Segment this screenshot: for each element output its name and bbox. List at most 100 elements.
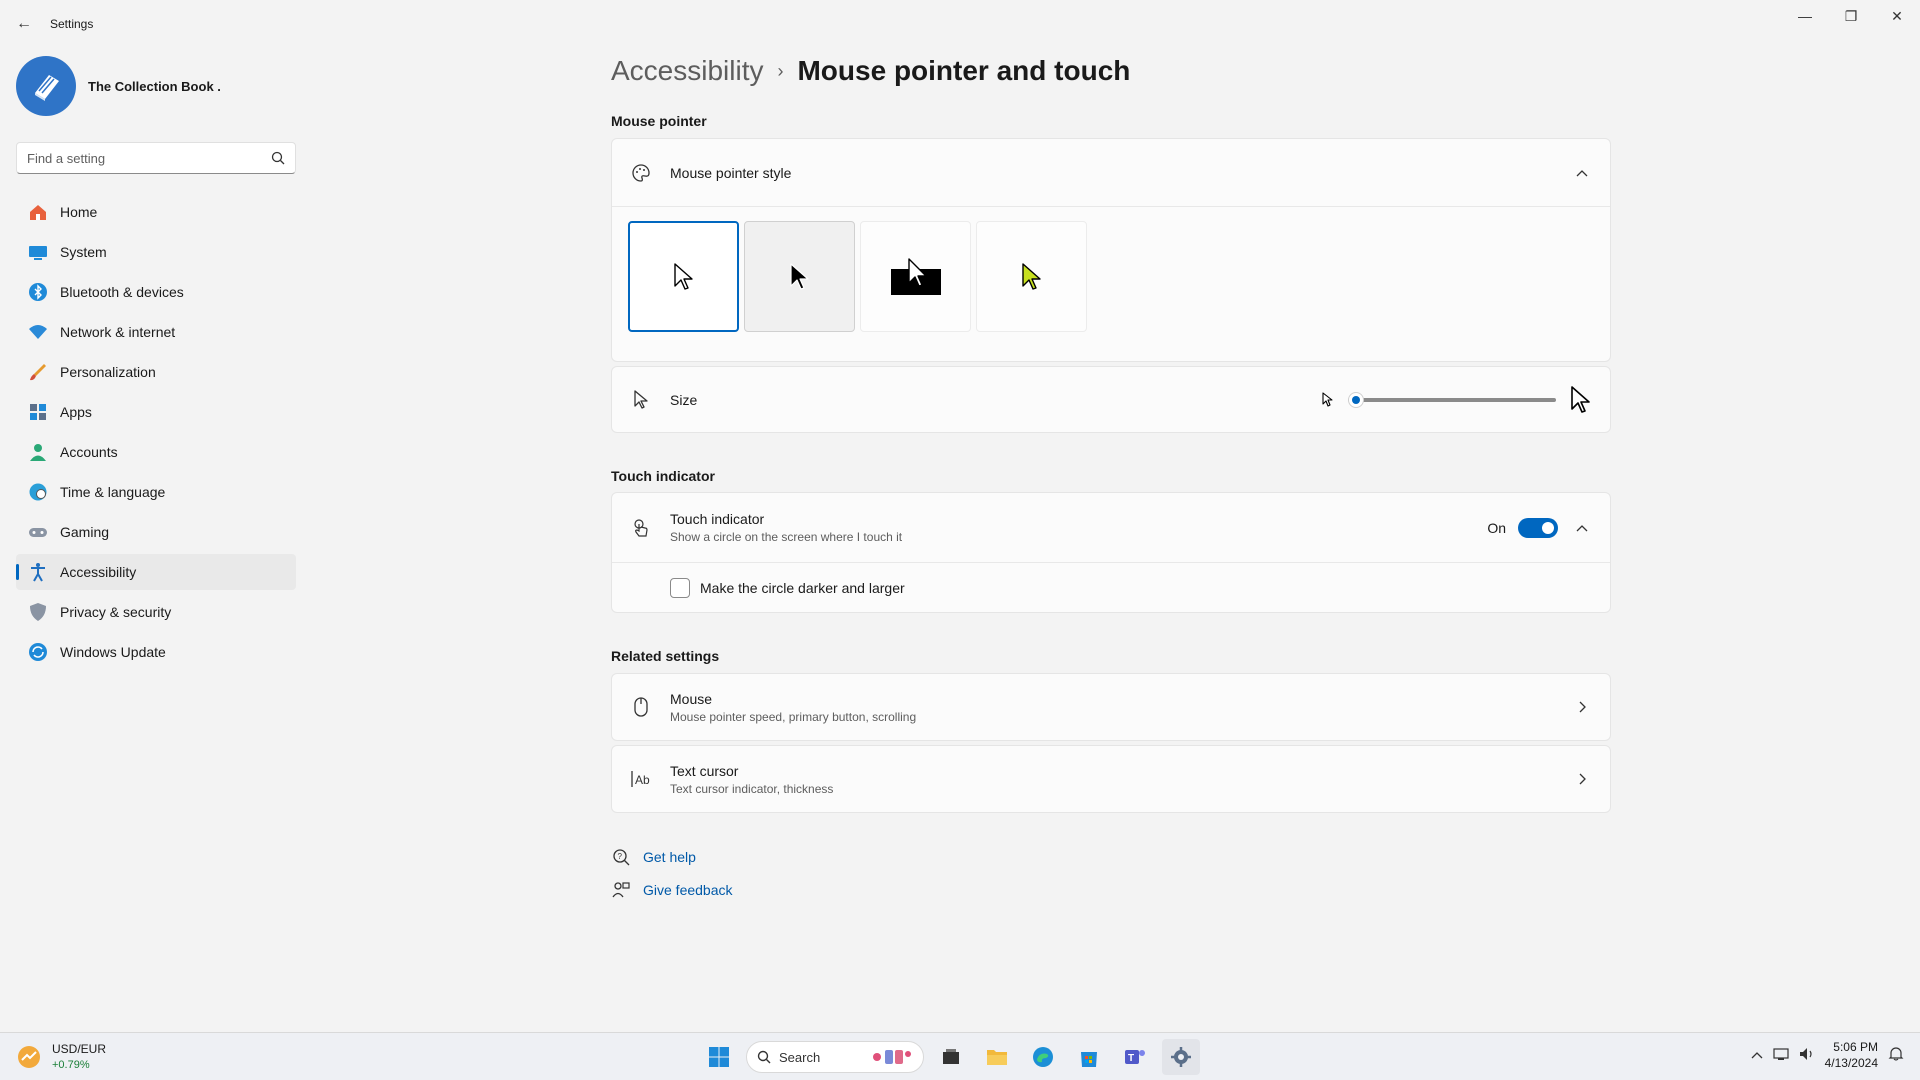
sidebar-item-personalization[interactable]: Personalization xyxy=(16,354,296,390)
pointer-style-white[interactable] xyxy=(628,221,739,332)
home-icon xyxy=(28,202,48,222)
system-tray: 5:06 PM 4/13/2024 xyxy=(1751,1039,1904,1071)
windows-logo-icon xyxy=(709,1047,729,1067)
teams-button[interactable]: T xyxy=(1116,1039,1154,1075)
svg-text:T: T xyxy=(1128,1053,1134,1064)
bluetooth-icon xyxy=(28,282,48,302)
related-text-cursor-row[interactable]: Ab Text cursor Text cursor indicator, th… xyxy=(612,746,1610,812)
related-mouse-row[interactable]: Mouse Mouse pointer speed, primary butto… xyxy=(612,674,1610,740)
pointer-style-inverted[interactable] xyxy=(860,221,971,332)
taskbar-search-label: Search xyxy=(779,1049,821,1065)
touch-icon xyxy=(630,517,652,539)
sidebar-item-time-language[interactable]: Time & language xyxy=(16,474,296,510)
app-title: Settings xyxy=(50,17,94,31)
get-help-label[interactable]: Get help xyxy=(643,849,696,865)
pointer-style-options xyxy=(612,207,1610,346)
breadcrumb-parent[interactable]: Accessibility xyxy=(611,55,763,87)
maximize-button[interactable]: ❐ xyxy=(1828,0,1874,32)
sidebar-item-home[interactable]: Home xyxy=(16,194,296,230)
volume-icon[interactable] xyxy=(1799,1047,1815,1064)
search-icon[interactable] xyxy=(271,151,285,165)
back-button[interactable]: ← xyxy=(12,12,36,36)
sidebar-item-label: Accessibility xyxy=(60,564,137,580)
chevron-right-icon xyxy=(1572,769,1592,789)
pointer-style-black[interactable] xyxy=(744,221,855,332)
minimize-button[interactable]: — xyxy=(1782,0,1828,32)
sidebar-item-accessibility[interactable]: Accessibility xyxy=(16,554,296,590)
pointer-style-custom[interactable] xyxy=(976,221,1087,332)
feedback-icon xyxy=(611,880,631,900)
currency-icon xyxy=(18,1046,40,1068)
darker-circle-label: Make the circle darker and larger xyxy=(700,579,905,596)
touch-indicator-title: Touch indicator xyxy=(670,511,765,527)
profile[interactable]: The Collection Book . xyxy=(16,56,221,116)
sidebar-item-label: Home xyxy=(60,204,98,220)
sidebar-item-accounts[interactable]: Accounts xyxy=(16,434,296,470)
sidebar-item-apps[interactable]: Apps xyxy=(16,394,296,430)
widget-change: +0.79% xyxy=(52,1059,90,1071)
related-mouse-card[interactable]: Mouse Mouse pointer speed, primary butto… xyxy=(611,673,1611,741)
close-button[interactable]: ✕ xyxy=(1874,0,1920,32)
help-icon: ? xyxy=(611,847,631,867)
title-bar: ← Settings — ❐ ✕ xyxy=(0,0,1920,48)
small-pointer-icon xyxy=(1322,391,1333,407)
chevron-up-icon[interactable] xyxy=(1572,518,1592,538)
apps-icon xyxy=(28,402,48,422)
sidebar-item-label: Apps xyxy=(60,404,92,420)
brush-icon xyxy=(28,362,48,382)
yellow-pointer-icon xyxy=(1021,262,1041,290)
sidebar-item-system[interactable]: System xyxy=(16,234,296,270)
touch-indicator-row[interactable]: Touch indicator Show a circle on the scr… xyxy=(612,493,1610,562)
network-icon[interactable] xyxy=(1773,1047,1789,1064)
related-text-cursor-title: Text cursor xyxy=(670,762,739,779)
file-explorer-button[interactable] xyxy=(978,1039,1016,1075)
settings-search[interactable] xyxy=(16,142,296,174)
related-text-cursor-subtitle: Text cursor indicator, thickness xyxy=(670,781,834,796)
touch-indicator-toggle[interactable] xyxy=(1518,517,1558,538)
edge-button[interactable] xyxy=(1024,1039,1062,1075)
pointer-size-icon xyxy=(630,389,652,411)
gear-icon xyxy=(1171,1047,1191,1067)
section-touch-indicator: Touch indicator xyxy=(611,468,715,484)
mouse-pointer-style-header[interactable]: Mouse pointer style xyxy=(612,139,1610,206)
sidebar-item-privacy[interactable]: Privacy & security xyxy=(16,594,296,630)
sidebar-item-label: Bluetooth & devices xyxy=(60,284,184,300)
breadcrumb-separator-icon: › xyxy=(777,60,784,81)
folder-icon xyxy=(987,1050,1007,1065)
store-button[interactable] xyxy=(1070,1039,1108,1075)
get-help-link[interactable]: ? Get help xyxy=(611,847,696,867)
large-pointer-icon xyxy=(1571,385,1590,413)
gamepad-icon xyxy=(28,522,48,542)
taskbar-apps: Search T xyxy=(700,1039,1200,1075)
size-slider[interactable] xyxy=(1348,391,1556,408)
start-button[interactable] xyxy=(700,1039,738,1075)
size-card: Size xyxy=(611,366,1611,433)
taskbar-search[interactable]: Search xyxy=(746,1041,924,1073)
settings-taskbar-button[interactable] xyxy=(1162,1039,1200,1075)
sidebar-item-label: Personalization xyxy=(60,364,156,380)
sidebar-item-windows-update[interactable]: Windows Update xyxy=(16,634,296,670)
give-feedback-link[interactable]: Give feedback xyxy=(611,880,733,900)
chevron-up-icon[interactable] xyxy=(1572,163,1592,183)
search-input[interactable] xyxy=(27,150,271,166)
taskbar: USD/EUR +0.79% Search T 5:06 PM 4/13/202… xyxy=(0,1032,1920,1080)
sidebar-item-bluetooth[interactable]: Bluetooth & devices xyxy=(16,274,296,310)
give-feedback-label[interactable]: Give feedback xyxy=(643,882,733,898)
darker-circle-checkbox[interactable] xyxy=(670,577,690,598)
sidebar-item-label: Network & internet xyxy=(60,324,176,340)
chevron-up-icon[interactable] xyxy=(1751,1048,1763,1062)
svg-text:?: ? xyxy=(618,852,623,861)
notification-icon[interactable] xyxy=(1888,1046,1904,1065)
currency-widget[interactable]: USD/EUR +0.79% xyxy=(16,1041,106,1073)
sidebar-item-label: Windows Update xyxy=(60,644,166,660)
related-text-cursor-card[interactable]: Ab Text cursor Text cursor indicator, th… xyxy=(611,745,1611,813)
task-view-button[interactable] xyxy=(932,1039,970,1075)
mouse-pointer-style-card: Mouse pointer style xyxy=(611,138,1611,362)
size-slider-thumb[interactable] xyxy=(1348,391,1364,408)
sidebar-item-gaming[interactable]: Gaming xyxy=(16,514,296,550)
sidebar-item-network[interactable]: Network & internet xyxy=(16,314,296,350)
clock[interactable]: 5:06 PM 4/13/2024 xyxy=(1825,1039,1878,1071)
store-icon xyxy=(1081,1052,1097,1067)
sidebar-item-label: Gaming xyxy=(60,524,110,540)
mouse-icon xyxy=(630,696,652,718)
